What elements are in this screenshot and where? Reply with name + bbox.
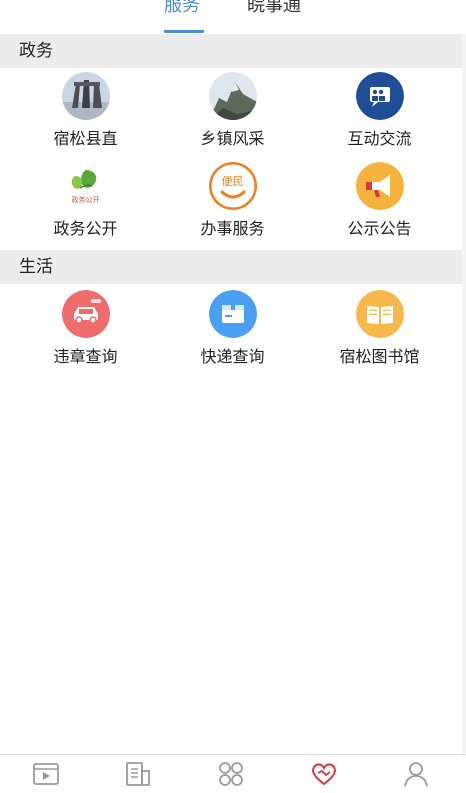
grid-item-express-query[interactable]: 快递查询 [155, 290, 310, 376]
convenience-people-icon: 便民 [208, 162, 257, 210]
apps-grid-icon[interactable] [216, 759, 246, 789]
gov-open-leaf-icon: 政务公开 [61, 162, 110, 210]
grid-item-label: 政务公开 [53, 219, 118, 238]
gov-open-icon-text: 政务公开 [71, 196, 100, 204]
county-monument-icon [61, 72, 110, 120]
grid-item-label: 互动交流 [347, 129, 412, 148]
megaphone-icon [355, 162, 404, 210]
grid-item-violation-query[interactable]: 违章查询 [8, 290, 163, 376]
grid-item-label: 违章查询 [53, 347, 118, 366]
user-profile-icon[interactable] [401, 759, 431, 789]
grid-item-label: 办事服务 [200, 219, 265, 238]
grid-item-interactive-exchange[interactable]: 互动交流 [302, 72, 457, 158]
grid-item-label: 公示公告 [347, 219, 412, 238]
grid-item-town-style[interactable]: 乡镇风采 [155, 72, 310, 158]
video-icon[interactable] [31, 759, 61, 789]
book-icon [355, 290, 404, 338]
bottom-nav-bar [0, 754, 466, 787]
grid-item-gov-open[interactable]: 政务公开 政务公开 [8, 162, 163, 248]
grid-item-public-notice[interactable]: 公示公告 [302, 162, 457, 248]
section-header-government: 政务 [0, 34, 462, 68]
grid-item-county-direct[interactable]: 宿松县直 [8, 72, 163, 158]
convenience-icon-text: 便民 [221, 175, 244, 188]
town-landscape-icon [208, 72, 257, 120]
grid-item-label: 乡镇风采 [200, 129, 265, 148]
grid-item-label: 宿松图书馆 [339, 347, 420, 366]
active-tab-indicator [164, 30, 204, 33]
tab-service[interactable]: 服务 [164, 0, 200, 18]
grid-item-label: 快递查询 [200, 347, 265, 366]
car-icon [61, 290, 110, 338]
grid-item-affairs-service[interactable]: 便民 办事服务 [155, 162, 310, 248]
grid-item-susong-library[interactable]: 宿松图书馆 [302, 290, 457, 376]
service-heart-icon[interactable] [309, 759, 339, 789]
scroll-edge [462, 34, 466, 754]
news-icon[interactable] [123, 759, 153, 789]
section-header-life: 生活 [0, 250, 462, 284]
top-tab-bar: 服务 皖事通 [0, 0, 466, 34]
tab-wanshitong[interactable]: 皖事通 [247, 0, 301, 18]
chat-people-icon [355, 72, 404, 120]
grid-item-label: 宿松县直 [53, 129, 118, 148]
package-icon [208, 290, 257, 338]
